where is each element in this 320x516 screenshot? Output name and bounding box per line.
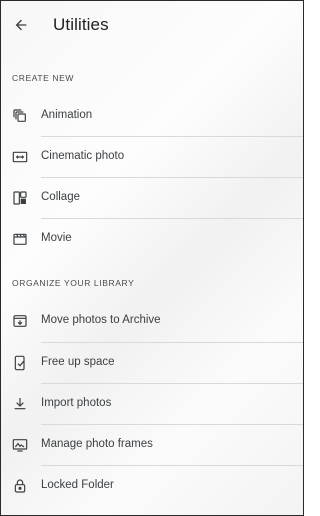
menu-item-free-up-space[interactable]: Free up space [1,343,303,383]
menu-item-cinematic-photo[interactable]: Cinematic photo [1,137,303,177]
app-bar: Utilities [1,1,303,51]
movie-icon [12,231,28,247]
menu-item-label: Animation [41,109,93,121]
back-button[interactable] [9,13,33,37]
lock-icon [12,478,28,494]
menu-item-label: Move photos to Archive [41,314,161,326]
section-header-create-new: CREATE NEW [12,73,75,83]
menu-item-label: Import photos [41,397,112,409]
menu-item-movie[interactable]: Movie [1,219,303,259]
menu-item-manage-photo-frames[interactable]: Manage photo frames [1,425,303,465]
menu-item-move-to-archive[interactable]: Move photos to Archive [1,301,303,341]
cinematic-photo-icon [12,149,28,165]
menu-item-collage[interactable]: Collage [1,178,303,218]
menu-item-label: Manage photo frames [41,438,153,450]
page-title: Utilities [53,15,109,34]
section-header-organize-library: ORGANIZE YOUR LIBRARY [12,278,135,288]
free-up-space-icon [12,355,28,371]
photo-frame-icon [12,437,28,453]
menu-item-locked-folder[interactable]: Locked Folder [1,466,303,506]
utilities-screen: Utilities CREATE NEW Animation Cinematic… [0,0,304,516]
arrow-back-icon [13,17,29,33]
download-icon [12,396,28,412]
menu-item-label: Locked Folder [41,479,114,491]
menu-item-import-photos[interactable]: Import photos [1,384,303,424]
menu-item-label: Collage [41,191,80,203]
archive-icon [12,313,28,329]
menu-item-label: Movie [41,232,72,244]
menu-item-label: Cinematic photo [41,150,125,162]
collage-icon [12,190,28,206]
animation-icon [12,108,28,124]
menu-item-label: Free up space [41,356,115,368]
menu-item-animation[interactable]: Animation [1,96,303,136]
